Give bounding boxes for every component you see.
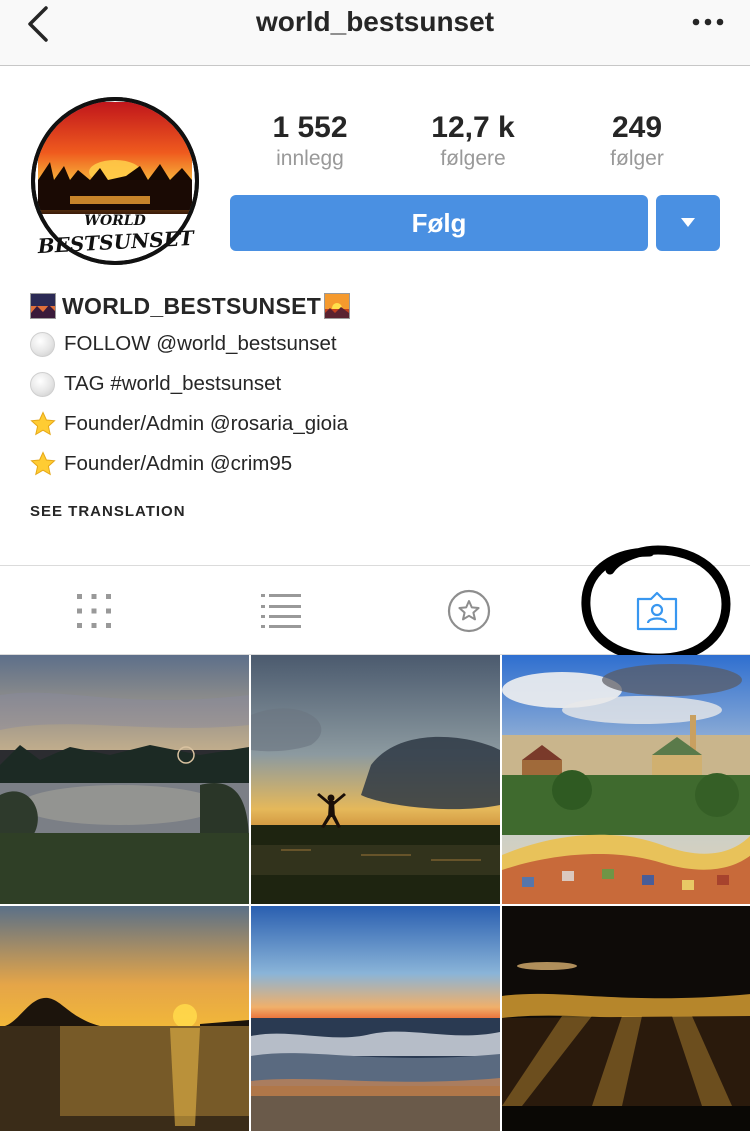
tab-grid-view[interactable] [0, 566, 187, 656]
bio-line-text: Founder/Admin @crim95 [64, 452, 293, 475]
top-navigation-bar: world_bestsunset [0, 0, 750, 66]
following-count: 249 [611, 111, 663, 144]
suggested-accounts-dropdown-button[interactable] [656, 195, 720, 251]
sunset-emoji-icon [324, 293, 351, 319]
followers-count: 12,7 k [431, 111, 515, 144]
bio-line-admin-1: Founder/Admin @rosaria_gioia [30, 404, 730, 444]
hand-drawn-annotation-circle [581, 545, 731, 663]
bio-line-admin-2: Founder/Admin @crim95 [30, 444, 730, 484]
following-label: følger [610, 147, 664, 170]
see-translation-link[interactable]: SEE TRANSLATION [30, 503, 186, 520]
followers-label: følgere [440, 147, 506, 170]
profile-avatar[interactable]: WORLD BESTSUNSET [30, 96, 200, 266]
grid-icon [76, 594, 111, 628]
profile-username-title: world_bestsunset [255, 6, 495, 37]
photo-grid [0, 655, 750, 1131]
bio-line-text: FOLLOW @world_bestsunset [64, 332, 337, 355]
white-circle-icon [30, 331, 55, 357]
avatar-logo-text-world: WORLD [84, 213, 146, 229]
photo-tile-4[interactable] [0, 906, 249, 1131]
ellipsis-icon [692, 18, 724, 26]
triangle-down-icon [681, 218, 695, 227]
photo-tile-5[interactable] [251, 906, 500, 1131]
bio-line-text: Founder/Admin @rosaria_gioia [64, 412, 349, 435]
bio-line-tag: TAG #world_bestsunset [30, 364, 730, 404]
follow-button[interactable]: Følg [230, 195, 648, 251]
photo-tile-2[interactable] [251, 655, 500, 904]
posts-count: 1 552 [272, 111, 348, 144]
tab-saved[interactable] [375, 566, 562, 656]
photo-tile-6[interactable] [502, 906, 750, 1131]
profile-stats: 1 552 innlegg 12,7 k følgere 249 følger [230, 110, 720, 180]
star-icon [30, 451, 56, 476]
list-icon [260, 594, 301, 628]
photo-tile-1[interactable] [0, 655, 249, 904]
bio-line-text: TAG #world_bestsunset [64, 372, 282, 395]
night-sunset-emoji-icon [30, 293, 56, 319]
bio-display-name: WORLD_BESTSUNSET [62, 292, 322, 319]
following-stat[interactable]: 249 følger [557, 110, 717, 172]
bio-name-row: WORLD_BESTSUNSET [30, 288, 730, 324]
white-circle-icon [30, 371, 55, 397]
star-icon [30, 411, 56, 436]
more-options-button[interactable] [690, 6, 726, 36]
posts-label: innlegg [276, 147, 344, 170]
star-circle-icon [447, 589, 490, 633]
profile-bio: WORLD_BESTSUNSET FOLLOW @world_bestsunse… [30, 288, 730, 484]
photo-tile-3[interactable] [502, 655, 750, 904]
posts-stat[interactable]: 1 552 innlegg [230, 110, 390, 172]
tab-list-view[interactable] [187, 566, 374, 656]
followers-stat[interactable]: 12,7 k følgere [393, 110, 553, 172]
bio-line-follow: FOLLOW @world_bestsunset [30, 324, 730, 364]
